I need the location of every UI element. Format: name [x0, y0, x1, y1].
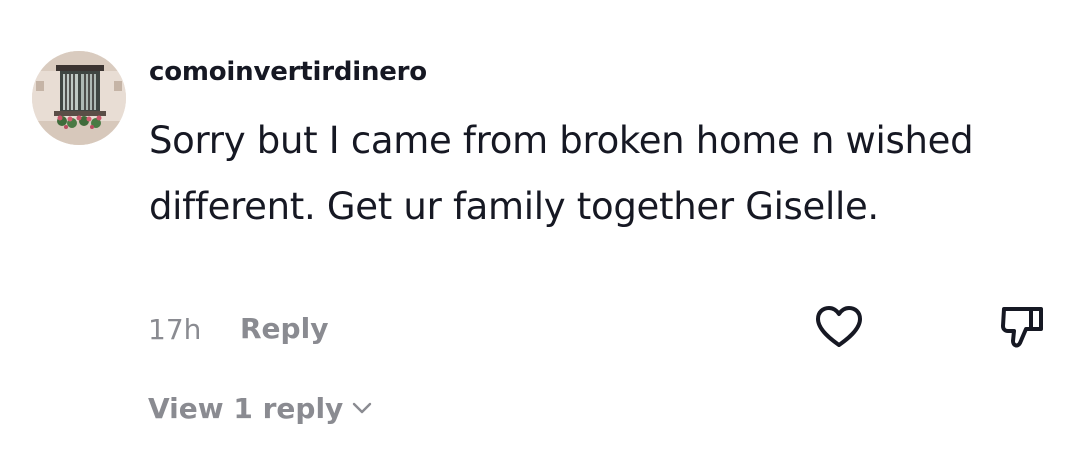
comment-timestamp: 17h	[148, 313, 202, 346]
comment-screen: { "comment": { "username": "comoinvertir…	[0, 0, 1079, 456]
heart-icon	[816, 306, 862, 347]
view-replies-label: View 1 reply	[148, 391, 344, 425]
view-replies-button[interactable]: View 1 reply	[148, 388, 373, 428]
comment-username[interactable]: comoinvertirdinero	[149, 57, 427, 87]
dislike-button[interactable]	[998, 303, 1048, 353]
avatar-image	[32, 51, 126, 145]
thumbs-down-icon	[1001, 307, 1043, 348]
comment-text: Sorry but I came from broken home n wish…	[149, 119, 974, 228]
reply-button[interactable]: Reply	[240, 312, 328, 345]
avatar[interactable]	[32, 51, 126, 145]
chevron-down-icon	[351, 397, 373, 419]
like-button[interactable]	[812, 302, 866, 352]
